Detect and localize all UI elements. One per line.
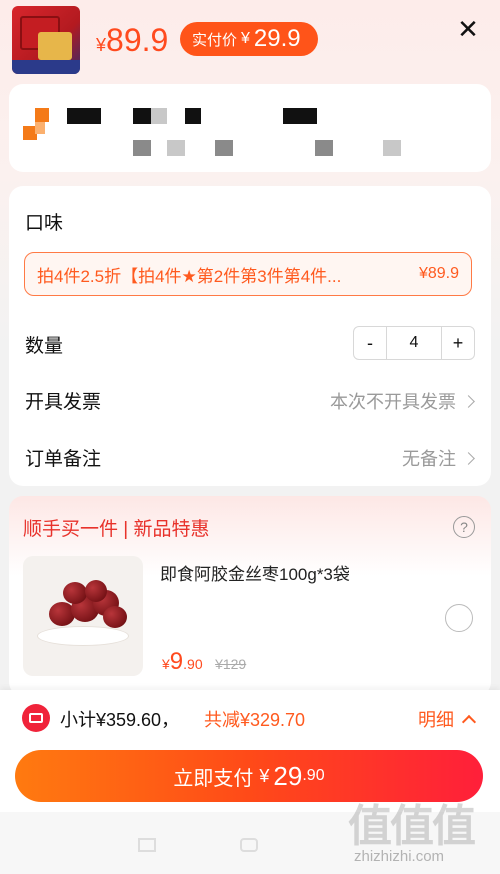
flavor-label: 口味 <box>25 213 64 234</box>
actual-price-badge: 实付价 ¥ 29.9 <box>180 22 318 56</box>
chevron-right-icon <box>462 394 475 408</box>
options-card: 口味 拍4件2.5折【拍4件★第2件第3件第4件... ¥89.9 数量 - 4… <box>9 186 491 486</box>
redacted-block <box>383 140 401 156</box>
quantity-stepper: - 4 + <box>353 326 475 360</box>
note-label: 订单备注 <box>25 449 102 470</box>
header: ¥89.9 实付价 ¥ 29.9 ✕ <box>0 0 500 80</box>
redacted-block <box>133 108 151 124</box>
location-icon <box>23 108 59 144</box>
original-price: ¥129 <box>215 656 247 672</box>
close-icon: ✕ <box>457 13 479 44</box>
product-image[interactable] <box>23 556 143 676</box>
watermark: 值值值 zhizhizhi.com <box>348 790 488 865</box>
address-card[interactable] <box>9 84 491 172</box>
subtotal-text: 小计¥359.60， <box>60 710 180 730</box>
coupon-icon <box>22 704 50 732</box>
variant-text: 拍4件2.5折【拍4件★第2件第3件第4件... <box>37 266 342 286</box>
quantity-label: 数量 <box>25 336 64 357</box>
redacted-block <box>215 140 233 156</box>
redacted-block <box>151 108 167 124</box>
home-nav-icon[interactable] <box>240 838 258 852</box>
chevron-right-icon <box>462 451 475 465</box>
redacted-block <box>283 108 317 124</box>
redacted-block <box>67 108 101 124</box>
increment-button[interactable]: + <box>442 327 474 359</box>
product-price-block: ¥9.90 ¥129 <box>162 648 247 675</box>
product-price: ¥89.9 <box>96 22 169 58</box>
chevron-up-icon <box>461 714 477 730</box>
quantity-value[interactable]: 4 <box>386 327 442 359</box>
redacted-block <box>167 140 185 156</box>
variant-price: ¥89.9 <box>418 265 459 282</box>
product-name[interactable]: 即食阿胶金丝枣100g*3袋 <box>160 560 350 585</box>
invoice-label: 开具发票 <box>25 392 102 413</box>
invoice-value: 本次不开具发票 <box>330 392 456 412</box>
recommend-card: 顺手买一件 | 新品特惠 ? 即食阿胶金丝枣100g*3袋 ¥9.90 ¥129 <box>9 496 491 696</box>
redacted-block <box>133 140 151 156</box>
note-selector[interactable]: 无备注 <box>402 445 475 471</box>
note-value: 无备注 <box>402 449 456 469</box>
decrement-button[interactable]: - <box>354 327 386 359</box>
add-product-radio[interactable] <box>445 604 473 632</box>
detail-toggle[interactable]: 明细 <box>418 706 477 732</box>
product-thumbnail <box>12 6 80 74</box>
menu-nav-icon[interactable] <box>138 838 156 852</box>
close-button[interactable]: ✕ <box>454 13 482 44</box>
variant-option[interactable]: 拍4件2.5折【拍4件★第2件第3件第4件... ¥89.9 <box>24 252 472 296</box>
help-icon[interactable]: ? <box>453 516 475 538</box>
discount-text: 共减¥329.70 <box>204 710 306 730</box>
redacted-block <box>315 140 333 156</box>
invoice-selector[interactable]: 本次不开具发票 <box>330 388 475 414</box>
watermark-logo: 值值值 <box>348 802 476 851</box>
recommend-title: 顺手买一件 | 新品特惠 <box>23 519 210 540</box>
detail-label: 明细 <box>418 710 454 730</box>
redacted-block <box>185 108 201 124</box>
